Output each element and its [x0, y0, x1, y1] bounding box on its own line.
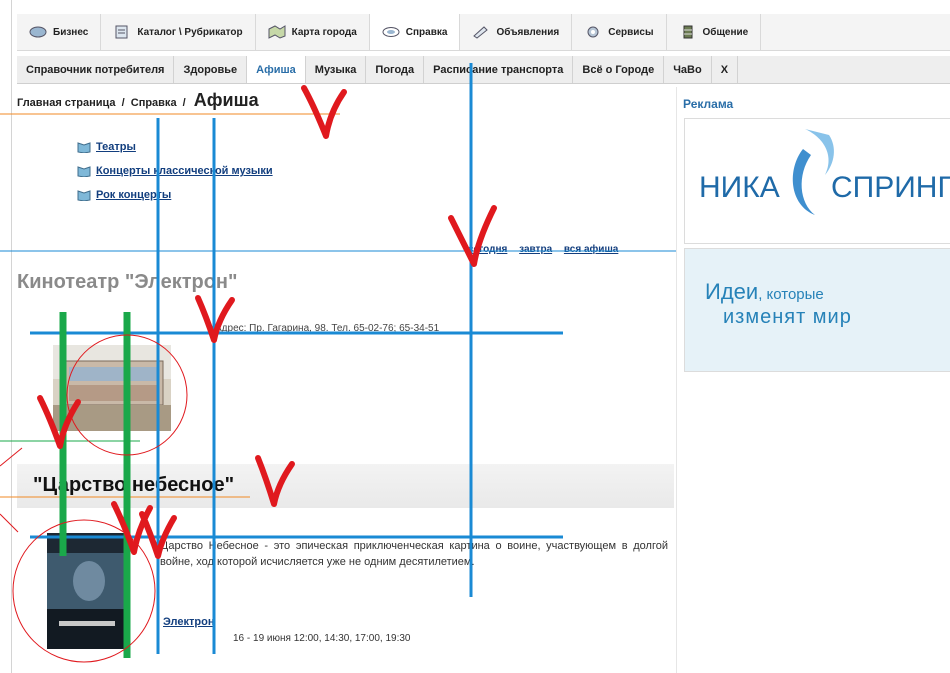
red-check-mark — [448, 205, 497, 267]
ad-slogan-big: Идеи — [705, 279, 759, 304]
subnav-about-city[interactable]: Всё о Городе — [573, 56, 665, 83]
tab-business[interactable]: Бизнес — [17, 14, 102, 50]
category-links: Театры Концерты классической музыки Рок … — [77, 135, 273, 207]
breadcrumb-separator: / — [182, 97, 186, 109]
breadcrumb-separator: / — [121, 97, 125, 109]
film-title: "Царство небесное" — [33, 474, 235, 496]
breadcrumb-section[interactable]: Справка — [131, 97, 177, 109]
film-description: Царство Небесное - это эпическая приключ… — [160, 540, 668, 568]
left-border — [11, 0, 12, 673]
tab-reference-label: Справка — [405, 26, 448, 38]
red-connector — [0, 513, 19, 533]
link-classical[interactable]: Концерты классической музыки — [77, 159, 273, 183]
subnav-music[interactable]: Музыка — [306, 56, 367, 83]
link-all-afisha[interactable]: вся афиша — [564, 244, 618, 255]
page-title: Афиша — [193, 90, 259, 110]
chat-icon — [683, 25, 693, 39]
tab-map-label: Карта города — [291, 26, 357, 38]
business-icon — [29, 26, 47, 38]
red-check-mark — [301, 85, 347, 139]
tab-business-label: Бизнес — [53, 26, 89, 38]
sub-nav: Справочник потребителя Здоровье Афиша Му… — [17, 56, 950, 84]
cinema-title: Кинотеатр "Электрон" — [17, 271, 238, 293]
tab-ads-label: Объявления — [496, 26, 560, 38]
tab-chat-label: Общение — [702, 26, 749, 38]
subnav-health[interactable]: Здоровье — [174, 56, 248, 83]
book-icon — [77, 142, 91, 153]
film-poster[interactable] — [47, 533, 127, 649]
page: Бизнес Каталог \ Рубрикатор Карта города… — [0, 0, 950, 673]
catalog-icon — [115, 25, 128, 39]
tab-catalog-label: Каталог \ Рубрикатор — [137, 26, 243, 38]
link-classical-label: Концерты классической музыки — [96, 165, 273, 177]
ad-slogan-line2: изменят мир — [723, 306, 852, 328]
subnav-more[interactable]: Х — [712, 56, 739, 83]
link-today[interactable]: сегодня — [468, 244, 507, 255]
reference-icon — [382, 27, 400, 37]
link-theatres[interactable]: Театры — [77, 135, 273, 159]
subnav-transport[interactable]: Расписание транспорта — [424, 56, 574, 83]
subnav-faq[interactable]: ЧаВо — [664, 56, 712, 83]
breadcrumb: Главная страница / Справка / Афиша — [17, 90, 259, 111]
ad-banner-ideas[interactable]: Идеи, которые изменят мир — [684, 248, 950, 372]
film-cinema-link[interactable]: Электрон — [163, 616, 215, 628]
ad-banner-nika-spring[interactable]: НИКА СПРИНГ — [684, 118, 950, 244]
film-showtimes: 16 - 19 июня 12:00, 14:30, 17:00, 19:30 — [233, 633, 411, 644]
subnav-consumer-guide[interactable]: Справочник потребителя — [17, 56, 175, 83]
ad-slogan-line1: Идеи, которые — [705, 279, 824, 305]
map-icon — [268, 25, 286, 39]
services-icon — [587, 26, 599, 38]
breadcrumb-home[interactable]: Главная страница — [17, 97, 116, 109]
tab-reference[interactable]: Справка — [369, 14, 461, 50]
cinema-photo[interactable] — [53, 345, 171, 431]
tab-services-label: Сервисы — [608, 26, 654, 38]
subnav-afisha[interactable]: Афиша — [247, 56, 306, 83]
link-rock-label: Рок концерты — [96, 189, 172, 201]
link-theatres-label: Театры — [96, 141, 136, 153]
tab-services[interactable]: Сервисы — [572, 14, 667, 50]
tab-chat[interactable]: Общение — [667, 14, 762, 50]
date-links: сегодня завтра вся афиша — [468, 244, 627, 255]
content-divider — [676, 87, 677, 673]
book-icon — [77, 166, 91, 177]
ad-slogan-small: , которые — [758, 286, 824, 303]
ad-spring-text: СПРИНГ — [831, 171, 950, 204]
ad-nika-text: НИКА — [699, 171, 780, 204]
link-tomorrow[interactable]: завтра — [519, 244, 552, 255]
tab-catalog[interactable]: Каталог \ Рубрикатор — [101, 14, 256, 50]
ads-icon — [473, 26, 489, 39]
tab-map[interactable]: Карта города — [256, 14, 370, 50]
subnav-weather[interactable]: Погода — [366, 56, 425, 83]
top-nav: Бизнес Каталог \ Рубрикатор Карта города… — [17, 14, 950, 51]
tab-ads[interactable]: Объявления — [460, 14, 573, 50]
book-icon — [77, 190, 91, 201]
ad-label: Реклама — [683, 97, 734, 111]
link-rock[interactable]: Рок концерты — [77, 183, 273, 207]
cinema-address: Адрес: Пр. Гагарина, 98. Тел. 65-02-76; … — [215, 323, 440, 334]
